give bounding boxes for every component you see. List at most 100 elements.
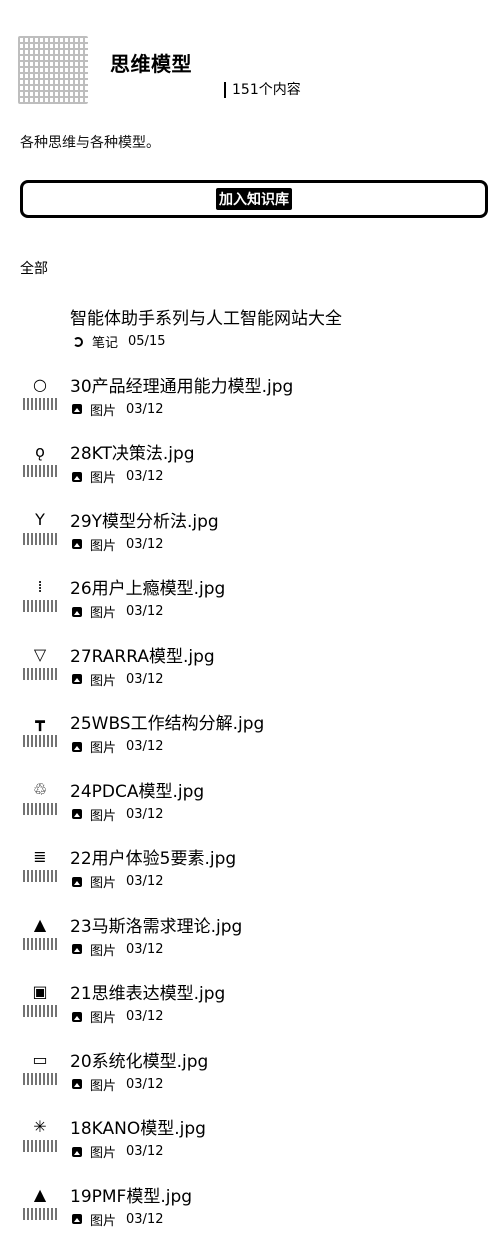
list-item[interactable]: ✳ 18KANO模型.jpg 图片 03/12 <box>0 1106 496 1168</box>
item-meta: 图片 03/12 <box>72 602 163 621</box>
list-item[interactable]: ○ 30产品经理通用能力模型.jpg 图片 03/12 <box>0 364 496 426</box>
thumbnail-caption <box>23 1072 57 1085</box>
item-date: 03/12 <box>126 1211 164 1227</box>
list-item[interactable]: 智能体助手系列与人工智能网站大全笔记 05/15 <box>0 296 496 358</box>
list-item[interactable]: ≣ 22用户体验5要素.jpg 图片 03/12 <box>0 836 496 898</box>
thumbnail-graphic: ▲ <box>33 1184 47 1204</box>
item-type: 图片 <box>90 403 117 419</box>
list-item[interactable]: ▲ 19PMF模型.jpg 图片 03/12 <box>0 1174 496 1236</box>
list-item[interactable]: ▣ 21思维表达模型.jpg 图片 03/12 <box>0 971 496 1033</box>
list-item[interactable]: ▲ 23马斯洛需求理论.jpg 图片 03/12 <box>0 904 496 966</box>
item-meta: 图片 03/12 <box>72 467 163 486</box>
thumbnail-graphic: ▭ <box>32 1049 48 1069</box>
item-title[interactable]: 29Y模型分析法.jpg <box>70 507 219 532</box>
item-title[interactable]: 20系统化模型.jpg <box>70 1047 208 1072</box>
list-item[interactable]: ǫ 28KT决策法.jpg 图片 03/12 <box>0 431 496 493</box>
item-thumbnail: ♲ <box>22 779 58 821</box>
item-title[interactable]: 26用户上瘾模型.jpg <box>70 574 225 599</box>
item-thumbnail: ǫ <box>22 443 58 483</box>
thumbnail-graphic: ▽ <box>33 644 47 664</box>
list-item[interactable]: ▽ 27RARRA模型.jpg 图片 03/12 <box>0 634 496 696</box>
item-title[interactable]: 23马斯洛需求理论.jpg <box>70 912 242 937</box>
item-thumbnail: ▭ <box>22 1049 58 1091</box>
item-type: 图片 <box>90 606 117 621</box>
item-meta: 图片 03/12 <box>72 400 163 419</box>
thumbnail-graphic: ✳ <box>33 1117 47 1136</box>
thumbnail-graphic: Y <box>35 509 45 529</box>
list-item[interactable]: ♲ 24PDCA模型.jpg 图片 03/12 <box>0 769 496 831</box>
item-title[interactable]: 28KT决策法.jpg <box>70 439 195 464</box>
item-meta: 图片 03/12 <box>72 872 163 891</box>
item-date: 03/12 <box>126 1076 164 1092</box>
item-title[interactable]: 22用户体验5要素.jpg <box>70 844 236 869</box>
image-icon <box>72 1214 82 1224</box>
thumbnail-caption <box>23 1005 57 1017</box>
item-type: 图片 <box>90 876 117 891</box>
list-item[interactable]: ⁞ 26用户上瘾模型.jpg 图片 03/12 <box>0 566 496 628</box>
image-icon <box>72 606 82 617</box>
item-meta: 图片 03/12 <box>72 940 163 959</box>
image-icon <box>72 1011 82 1022</box>
thumbnail-caption <box>23 532 57 545</box>
item-date: 03/12 <box>126 401 164 417</box>
join-knowledge-base-button[interactable]: 加入知识库 <box>20 180 488 218</box>
item-title[interactable]: 25WBS工作结构分解.jpg <box>70 709 264 734</box>
item-title[interactable]: 19PMF模型.jpg <box>70 1182 192 1207</box>
item-title[interactable]: 21思维表达模型.jpg <box>70 979 225 1004</box>
item-date: 03/12 <box>126 536 164 552</box>
thumbnail-caption <box>23 870 57 882</box>
item-type: 笔记 <box>92 336 119 351</box>
item-date: 03/12 <box>126 1144 164 1159</box>
item-meta: 图片 03/12 <box>72 737 163 756</box>
thumbnail-caption <box>23 1140 57 1152</box>
item-meta: 图片 03/12 <box>72 1142 163 1161</box>
list-item[interactable]: ▭ 20系统化模型.jpg 图片 03/12 <box>0 1039 496 1101</box>
thumbnail-caption <box>23 667 57 680</box>
item-thumbnail: ┳ <box>22 713 58 753</box>
item-title[interactable]: 18KANO模型.jpg <box>70 1114 206 1139</box>
join-button-label: 加入知识库 <box>216 188 292 210</box>
item-thumbnail: ▣ <box>22 983 58 1023</box>
thumbnail-graphic: ǫ <box>35 442 45 461</box>
item-date: 03/12 <box>126 671 164 687</box>
item-title[interactable]: 24PDCA模型.jpg <box>70 777 204 802</box>
item-meta: 图片 03/12 <box>72 1210 163 1229</box>
item-thumbnail: ▲ <box>22 1184 58 1226</box>
knowledge-base-header: 思维模型 151个内容 <box>18 36 478 106</box>
thumbnail-graphic: ⁞ <box>37 577 43 596</box>
image-icon <box>72 674 82 684</box>
item-type: 图片 <box>90 943 117 959</box>
item-meta: 图片 03/12 <box>72 1075 163 1094</box>
item-meta: 图片 03/12 <box>72 535 163 554</box>
thumbnail-graphic: ┳ <box>35 712 45 731</box>
item-title[interactable]: 智能体助手系列与人工智能网站大全 <box>70 304 342 329</box>
item-meta: 笔记 05/15 <box>72 332 165 351</box>
item-type: 图片 <box>90 538 117 554</box>
image-icon <box>72 944 82 954</box>
item-thumbnail: Y <box>22 509 58 551</box>
description: 各种思维与各种模型。 <box>20 135 160 151</box>
item-date: 03/12 <box>126 941 164 957</box>
item-title[interactable]: 30产品经理通用能力模型.jpg <box>70 372 293 397</box>
qr-code-cover[interactable] <box>18 36 88 104</box>
thumbnail-caption <box>23 600 57 612</box>
item-type: 图片 <box>90 808 117 824</box>
filter-all-tab[interactable]: 全部 <box>20 258 48 278</box>
item-date: 03/12 <box>126 806 164 822</box>
note-icon <box>72 336 84 348</box>
thumbnail-caption <box>23 802 57 815</box>
image-icon <box>72 404 82 414</box>
item-title[interactable]: 27RARRA模型.jpg <box>70 642 215 667</box>
item-type: 图片 <box>90 471 117 486</box>
item-date: 03/12 <box>126 1009 164 1024</box>
thumbnail-graphic: ▣ <box>32 982 48 1001</box>
item-thumbnail: ○ <box>22 375 58 416</box>
item-type: 图片 <box>90 1146 117 1161</box>
list-item[interactable]: ┳ 25WBS工作结构分解.jpg 图片 03/12 <box>0 701 496 763</box>
list-item[interactable]: Y 29Y模型分析法.jpg 图片 03/12 <box>0 499 496 561</box>
item-date: 03/12 <box>126 874 164 889</box>
item-type: 图片 <box>90 1213 117 1229</box>
thumbnail-caption <box>23 397 57 410</box>
thumbnail-graphic: ♲ <box>32 779 48 799</box>
item-type: 图片 <box>90 1011 117 1026</box>
